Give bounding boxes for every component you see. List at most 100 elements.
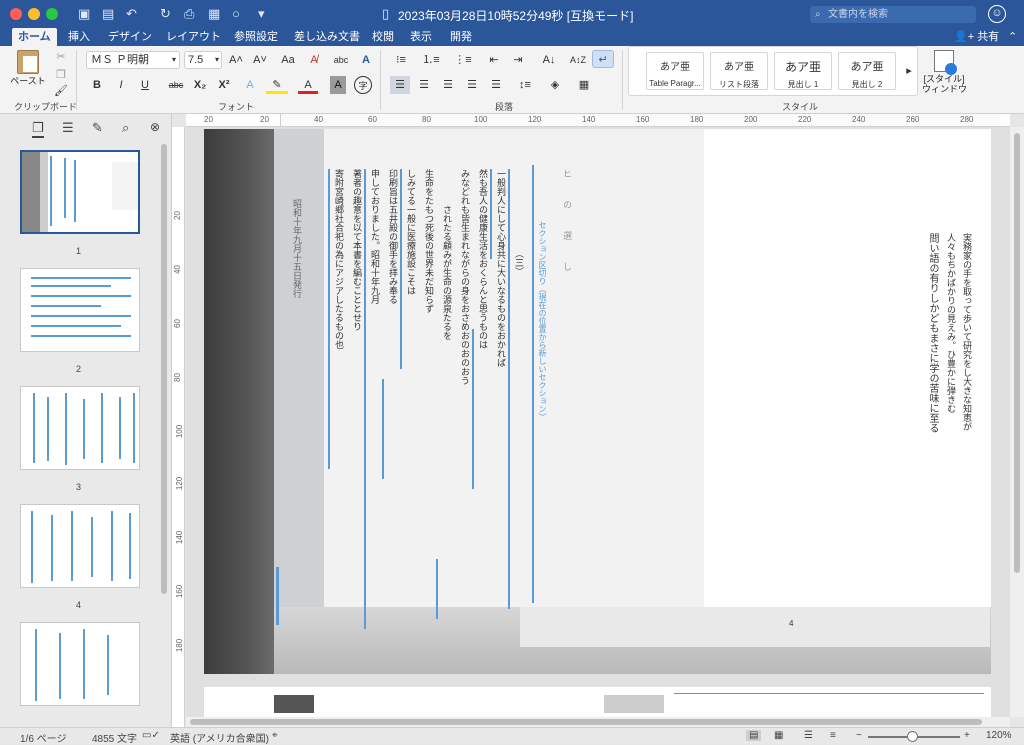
text-column[interactable]: 昭和十年九月十五日発行	[290, 199, 302, 298]
search-icon[interactable]: ⌕	[122, 120, 129, 136]
strikethrough-button[interactable]: abc	[164, 76, 188, 94]
align-distributed-icon[interactable]: ☰	[390, 76, 410, 94]
customize-toolbar-icon[interactable]: ▾	[258, 6, 265, 22]
search-input[interactable]: ⌕ 文書内を検索	[810, 6, 976, 23]
style-table-paragraph[interactable]: あア亜 Table Paragr...	[646, 52, 704, 90]
language-status[interactable]: 英語 (アメリカ合衆国)	[170, 730, 269, 745]
style-heading-2[interactable]: あア亜 見出し 2	[838, 52, 896, 90]
next-page-preview[interactable]	[204, 687, 991, 717]
enclose-chars-icon[interactable]: A	[356, 51, 376, 69]
justify-icon[interactable]: ☰	[486, 76, 506, 94]
styles-pane-button[interactable]: [スタイル] ウィンドウ	[922, 50, 967, 96]
styles-more-icon[interactable]: ▸	[904, 62, 914, 80]
numbering-icon[interactable]: ⒈≡	[418, 51, 444, 69]
undo-icon[interactable]: ↶	[126, 6, 137, 22]
word-count-status[interactable]: 4855 文字	[92, 730, 137, 745]
close-icon[interactable]: ⊗	[150, 120, 160, 134]
align-bottom-icon[interactable]: ☰	[462, 76, 482, 94]
vertical-ruler[interactable]: 20 40 60 80 100 120 140 160 180	[172, 127, 185, 727]
share-button[interactable]: 👤+ 共有	[954, 28, 999, 46]
text-direction-icon[interactable]: A↓	[536, 51, 562, 69]
borders-icon[interactable]: ▦	[572, 76, 596, 94]
edit-icon[interactable]: ✎	[92, 120, 103, 136]
table-icon[interactable]: ▦	[208, 6, 220, 22]
save-icon[interactable]: ▤	[102, 6, 114, 22]
proofing-icon[interactable]: ▭✓	[142, 730, 160, 741]
text-column[interactable]: 然も吾人の健康生活をおくらんと思うものは	[476, 169, 488, 349]
tab-review[interactable]: 校閲	[366, 28, 400, 46]
increase-indent-icon[interactable]: ⇥	[508, 51, 528, 69]
tab-view[interactable]: 表示	[404, 28, 438, 46]
text-column[interactable]: 一般判人にして心身共に大いなるものをおかれば	[494, 169, 506, 367]
zoom-slider-knob[interactable]	[907, 731, 918, 742]
document-canvas[interactable]: 実務家の手を取って歩いて研究をし大きな知恵が 人々もちかばかりの見えみ。ひ豊かに…	[186, 127, 1010, 717]
subscript-button[interactable]: X₂	[190, 76, 210, 94]
smiley-icon[interactable]: ☺	[988, 5, 1006, 23]
text-column[interactable]: ヒの選し	[560, 169, 572, 293]
superscript-button[interactable]: X²	[214, 76, 234, 94]
style-heading-1[interactable]: あア亜 見出し 1	[774, 52, 832, 90]
tab-home[interactable]: ホーム	[12, 28, 57, 46]
align-top-icon[interactable]: ☰	[414, 76, 434, 94]
page-thumbnail-1[interactable]	[20, 150, 140, 234]
change-case-icon[interactable]: Aa	[276, 51, 300, 69]
cut-icon[interactable]: ✂	[54, 48, 68, 66]
sidebar-toggle-icon[interactable]: ▣	[78, 6, 90, 22]
web-layout-icon[interactable]: ▦	[774, 730, 783, 741]
character-shading-icon[interactable]: A	[330, 76, 346, 94]
text-column[interactable]: 生命をたもつ死後の世界未だ知らず	[422, 169, 434, 313]
sort-icon[interactable]: A↕Z	[568, 51, 588, 69]
page-thumbnail-4[interactable]	[20, 504, 140, 588]
shrink-font-icon[interactable]: A˅	[250, 51, 270, 69]
maximize-window-button[interactable]	[46, 8, 58, 20]
bullets-icon[interactable]: ⁝≡	[388, 51, 414, 69]
text-column[interactable]: （三）	[512, 249, 524, 276]
draft-view-icon[interactable]: ≡	[830, 730, 836, 741]
text-effects-icon[interactable]: A	[240, 76, 260, 94]
show-formatting-icon[interactable]: ↵	[592, 50, 614, 68]
tab-design[interactable]: デザイン	[102, 28, 158, 46]
document-page[interactable]: 実務家の手を取って歩いて研究をし大きな知恵が 人々もちかばかりの見えみ。ひ豊かに…	[204, 129, 991, 674]
text-column[interactable]: されたる顧みが生命の源泉たるを	[440, 205, 452, 340]
text-column[interactable]: 寄附宮崎郷社合祀の為にアジアしたるもの也	[332, 169, 344, 349]
text-column[interactable]: しみてる一般に医療施設こそは	[404, 169, 416, 295]
tab-developer[interactable]: 開発	[444, 28, 478, 46]
scrollbar-thumb[interactable]	[1014, 133, 1020, 573]
text-column[interactable]: 問い語の有りしかどもまさに学の苦味に至る	[926, 233, 938, 433]
scrollbar-thumb[interactable]	[190, 719, 982, 725]
zoom-in-icon[interactable]: +	[964, 730, 970, 741]
format-painter-icon[interactable]: 🖌	[54, 82, 68, 100]
zoom-out-icon[interactable]: −	[856, 730, 862, 741]
bold-button[interactable]: B	[88, 76, 106, 94]
horizontal-scrollbar[interactable]	[186, 717, 1010, 727]
text-column[interactable]: 申しておりました。昭和十年九月	[368, 169, 380, 304]
tab-mailings[interactable]: 差し込み文書	[288, 28, 366, 46]
highlight-color-icon[interactable]: ✎	[266, 76, 288, 94]
shape-circle-icon[interactable]: ○	[232, 6, 240, 22]
collapse-ribbon-icon[interactable]: ⌃	[1008, 28, 1017, 46]
tab-layout[interactable]: レイアウト	[160, 28, 227, 46]
line-spacing-icon[interactable]: ↕≡	[512, 76, 538, 94]
outline-view-icon[interactable]: ☰	[804, 730, 813, 741]
accessibility-icon[interactable]: ⌖	[272, 730, 278, 741]
thumbnails-icon[interactable]: ❐	[32, 120, 44, 138]
page-thumbnail-3[interactable]	[20, 386, 140, 470]
grow-font-icon[interactable]: A˄	[226, 51, 246, 69]
horizontal-ruler[interactable]: 20 20 40 60 80 100 120 140 160 180 200 2…	[186, 114, 1010, 127]
paste-button[interactable]: ペースト	[8, 50, 48, 96]
redo-icon[interactable]: ↻	[160, 6, 171, 22]
enclosed-character-icon[interactable]: 字	[354, 76, 372, 94]
outline-icon[interactable]: ☰	[62, 120, 74, 136]
font-name-select[interactable]: ＭＳ Ｐ明朝 ▾	[86, 51, 180, 69]
text-column[interactable]: 実務家の手を取って歩いて研究をし大きな知恵が	[960, 233, 972, 431]
zoom-level[interactable]: 120%	[986, 730, 1012, 741]
italic-button[interactable]: I	[112, 76, 130, 94]
vertical-scrollbar[interactable]	[1010, 127, 1024, 717]
text-column[interactable]: 人々もちかばかりの見えみ。ひ豊かに弾きむ	[944, 233, 956, 413]
font-size-select[interactable]: 7.5 ▾	[184, 51, 222, 69]
page-thumbnail-5[interactable]	[20, 622, 140, 706]
page-count-status[interactable]: 1/6 ページ	[20, 730, 66, 745]
underline-button[interactable]: U	[136, 76, 154, 94]
shading-icon[interactable]: ◈	[544, 76, 566, 94]
tab-references[interactable]: 参照設定	[228, 28, 284, 46]
